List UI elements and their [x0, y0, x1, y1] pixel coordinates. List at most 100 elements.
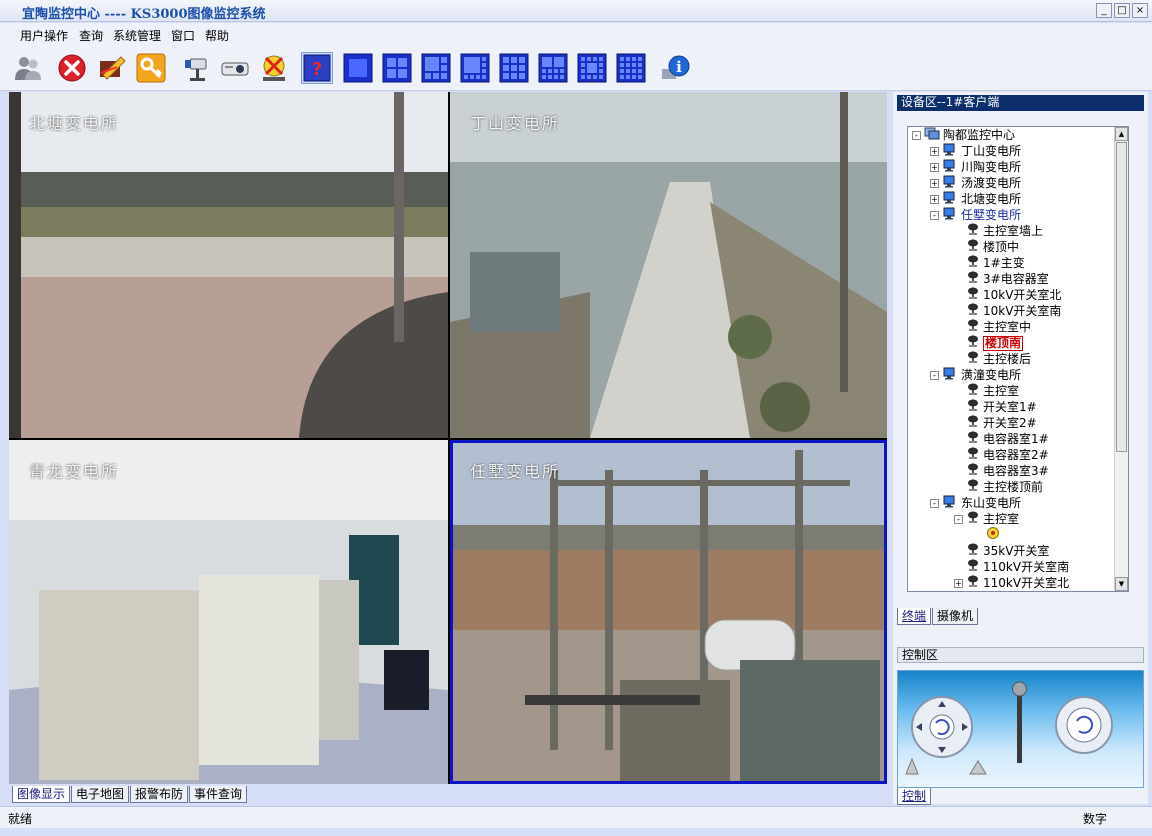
layout-10-icon[interactable]: [537, 52, 569, 84]
tree-alarm-node[interactable]: [974, 527, 1003, 543]
tree-camera-node[interactable]: - 主控室: [954, 511, 1019, 527]
expand-icon[interactable]: +: [930, 194, 939, 204]
light-right-icon[interactable]: [969, 760, 987, 775]
tab-terminal[interactable]: 终端: [897, 608, 932, 625]
right-panel: 设备区--1#客户端 ▲ ▼ - 陶都监控中心 + 丁山变电所 + 川陶变电所 + 汤渡变电所…: [893, 92, 1148, 805]
info-icon[interactable]: i: [659, 52, 691, 84]
collapse-icon[interactable]: -: [930, 498, 939, 508]
tree-camera-node[interactable]: 电容器室1#: [954, 431, 1049, 447]
tree-camera-node[interactable]: 主控室: [954, 383, 1019, 399]
tab-electronic-map[interactable]: 电子地图: [71, 786, 130, 803]
layout-1-icon[interactable]: [342, 52, 374, 84]
video-pane-3[interactable]: 青龙变电所: [9, 440, 448, 784]
tree-station-node[interactable]: - 潢潼变电所: [930, 367, 1021, 383]
expand-icon[interactable]: +: [930, 146, 939, 156]
layout-6-icon[interactable]: [420, 52, 452, 84]
tree-camera-node[interactable]: 主控楼顶前: [954, 479, 1043, 495]
expand-icon[interactable]: +: [954, 578, 963, 588]
tree-camera-node[interactable]: +110kV开关室北: [954, 575, 1069, 591]
menu-bar: 用户操作 查询 系统管理 窗口 帮助: [0, 23, 1152, 45]
layout-4-icon[interactable]: [381, 52, 413, 84]
projector-icon[interactable]: [219, 52, 251, 84]
layout-9-icon[interactable]: [498, 52, 530, 84]
tree-camera-node[interactable]: 10kV开关室南: [954, 303, 1061, 319]
tab-event-query[interactable]: 事件查询: [189, 786, 248, 803]
users-icon[interactable]: [12, 52, 44, 84]
tree-camera-node[interactable]: 3#电容器室: [954, 271, 1049, 287]
menu-user-ops[interactable]: 用户操作: [20, 27, 68, 44]
close-red-icon[interactable]: [56, 52, 88, 84]
tree-camera-node[interactable]: 电容器室2#: [954, 447, 1049, 463]
tree-root-node[interactable]: - 陶都监控中心: [912, 127, 1015, 143]
tree-station-node[interactable]: + 川陶变电所: [930, 159, 1021, 175]
tree-camera-node[interactable]: 楼顶南: [954, 335, 1024, 351]
light-left-icon[interactable]: [905, 757, 919, 775]
zoom-slider[interactable]: [1012, 681, 1027, 763]
tree-scrollbar[interactable]: ▲ ▼: [1114, 127, 1128, 591]
tree-camera-node[interactable]: 主控室中: [954, 319, 1031, 335]
edit-icon[interactable]: [96, 52, 128, 84]
menu-query[interactable]: 查询: [79, 27, 103, 44]
layout-8-icon[interactable]: [459, 52, 491, 84]
tree-camera-node[interactable]: 楼顶中: [954, 239, 1019, 255]
ptz-control: [897, 670, 1144, 788]
tree-camera-node[interactable]: 110kV开关室南: [954, 559, 1069, 575]
maximize-button[interactable]: □: [1114, 3, 1130, 18]
video-pane-1[interactable]: 北塘变电所: [9, 92, 448, 438]
tab-control[interactable]: 控制: [897, 788, 932, 805]
tree-node-label: 北塘变电所: [961, 192, 1022, 206]
scroll-down-icon[interactable]: ▼: [1115, 577, 1128, 591]
expand-icon[interactable]: +: [930, 178, 939, 188]
disable-icon[interactable]: [258, 52, 290, 84]
layout-16-icon[interactable]: [615, 52, 647, 84]
tab-camera[interactable]: 摄像机: [932, 608, 979, 625]
tree-camera-node[interactable]: 35kV开关室: [954, 543, 1049, 559]
tree-station-node[interactable]: - 任墅变电所: [930, 207, 1021, 223]
collapse-icon[interactable]: -: [912, 130, 921, 140]
tab-image-display[interactable]: 图像显示: [12, 786, 71, 803]
collapse-icon[interactable]: -: [930, 370, 939, 380]
expand-icon[interactable]: +: [930, 162, 939, 172]
layout-13-icon[interactable]: [576, 52, 608, 84]
tree-node-label: 3#电容器室: [983, 272, 1049, 286]
tree-camera-node[interactable]: 电容器室3#: [954, 463, 1049, 479]
scroll-thumb[interactable]: [1116, 142, 1127, 452]
menu-system[interactable]: 系统管理: [113, 27, 161, 44]
video-pane-4[interactable]: 任墅变电所: [450, 440, 887, 784]
tree-station-node[interactable]: + 北塘变电所: [930, 191, 1021, 207]
tree-camera-node[interactable]: 1#主变: [954, 255, 1025, 271]
tab-alarm-defense[interactable]: 报警布防: [130, 786, 189, 803]
video-feed-3: [9, 440, 448, 784]
tree-station-node[interactable]: + 丁山变电所: [930, 143, 1021, 159]
focus-wheel[interactable]: [1055, 696, 1113, 754]
menu-window[interactable]: 窗口: [171, 27, 195, 44]
toolbar: ? i: [0, 45, 1152, 91]
key-icon[interactable]: [135, 52, 167, 84]
menu-help[interactable]: 帮助: [205, 27, 229, 44]
tree-node-label: 东山变电所: [961, 496, 1022, 510]
tree-station-node[interactable]: - 东山变电所: [930, 495, 1021, 511]
direction-pad[interactable]: [911, 696, 973, 758]
status-bar: 就绪 数字: [0, 806, 1152, 828]
tree-camera-node[interactable]: 开关室2#: [954, 415, 1037, 431]
pane-label: 青龙变电所: [29, 462, 120, 481]
tree-camera-node[interactable]: 主控楼后: [954, 351, 1031, 367]
video-pane-2[interactable]: 丁山变电所: [450, 92, 887, 438]
tree-camera-node[interactable]: 开关室1#: [954, 399, 1037, 415]
tree-camera-node[interactable]: 10kV开关室北: [954, 287, 1061, 303]
minimize-button[interactable]: _: [1096, 3, 1112, 18]
tree-camera-node[interactable]: 主控室墙上: [954, 223, 1043, 239]
collapse-icon[interactable]: -: [954, 514, 963, 524]
alarm-icon: [986, 526, 1000, 544]
tree-node-label: 电容器室2#: [983, 448, 1049, 462]
tree-station-node[interactable]: + 汤渡变电所: [930, 175, 1021, 191]
camera-icon[interactable]: [179, 52, 211, 84]
tree-node-label: 陶都监控中心: [943, 128, 1016, 142]
collapse-icon[interactable]: -: [930, 210, 939, 220]
tree-node-label: 开关室2#: [983, 416, 1037, 430]
tree-node-label: 35kV开关室: [983, 544, 1050, 558]
scroll-up-icon[interactable]: ▲: [1115, 127, 1128, 141]
close-button[interactable]: ×: [1132, 3, 1148, 18]
camera-icon: [966, 350, 980, 368]
help-icon[interactable]: ?: [301, 52, 333, 84]
